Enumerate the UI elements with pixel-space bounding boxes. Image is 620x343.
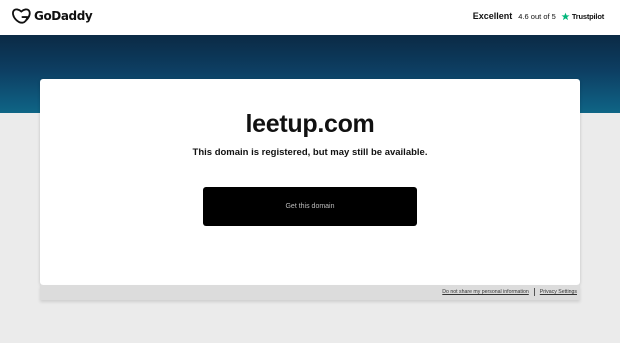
privacy-settings-link[interactable]: Privacy Settings bbox=[540, 289, 577, 295]
do-not-share-link[interactable]: Do not share my personal information bbox=[442, 289, 529, 295]
logo-wordmark: GoDaddy bbox=[34, 9, 93, 23]
domain-status-text: This domain is registered, but may still… bbox=[192, 147, 428, 158]
footer-divider bbox=[533, 288, 535, 296]
rating-label: Excellent bbox=[472, 11, 513, 21]
star-icon bbox=[561, 12, 570, 20]
footer-bar: Do not share my personal information Pri… bbox=[40, 285, 580, 300]
domain-card: leetup.com This domain is registered, bu… bbox=[40, 79, 580, 285]
trustpilot-wordmark: Trustpilot bbox=[571, 11, 604, 21]
godaddy-logo-icon bbox=[12, 8, 31, 24]
get-domain-button[interactable]: Get this domain bbox=[203, 187, 417, 226]
footer-links: Do not share my personal information Pri… bbox=[442, 288, 577, 296]
domain-title: leetup.com bbox=[245, 110, 375, 138]
trustpilot-rating[interactable]: Excellent 4.6 out of 5 Trustpilot bbox=[473, 11, 604, 21]
site-header: GoDaddy Excellent 4.6 out of 5 Trustpilo… bbox=[0, 0, 620, 35]
godaddy-logo[interactable]: GoDaddy bbox=[12, 8, 93, 25]
rating-score: 4.6 out of 5 bbox=[518, 11, 556, 21]
